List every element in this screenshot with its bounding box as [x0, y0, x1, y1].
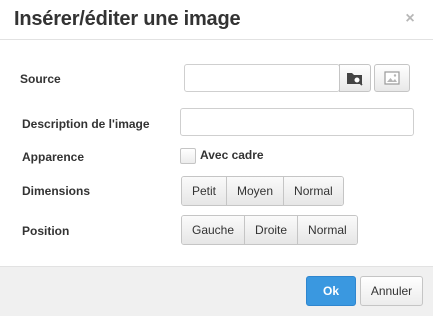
source-input[interactable] — [184, 64, 340, 92]
position-normal-button[interactable]: Normal — [298, 216, 357, 244]
appearance-label: Apparence — [22, 150, 85, 164]
frame-checkbox-label: Avec cadre — [200, 148, 264, 162]
dimension-normal-button[interactable]: Normal — [284, 177, 343, 205]
dialog-title: Insérer/éditer une image — [14, 8, 241, 30]
browse-button[interactable] — [339, 64, 371, 92]
position-right-button[interactable]: Droite — [245, 216, 299, 244]
image-button[interactable] — [374, 64, 410, 92]
position-left-button[interactable]: Gauche — [182, 216, 246, 244]
position-label: Position — [22, 224, 70, 238]
position-button-group: Gauche Droite Normal — [181, 215, 358, 245]
dialog-header: Insérer/éditer une image × — [0, 0, 433, 40]
source-label: Source — [20, 72, 61, 86]
image-dialog: Insérer/éditer une image × Source Descri… — [0, 0, 433, 316]
dimensions-button-group: Petit Moyen Normal — [181, 176, 344, 206]
close-icon[interactable]: × — [403, 11, 417, 27]
description-label: Description de l'image — [22, 117, 150, 131]
cancel-button[interactable]: Annuler — [360, 276, 423, 306]
image-icon — [384, 71, 400, 85]
ok-button[interactable]: Ok — [306, 276, 356, 306]
dimensions-label: Dimensions — [22, 184, 91, 198]
dimension-medium-button[interactable]: Moyen — [227, 177, 285, 205]
dimension-small-button[interactable]: Petit — [182, 177, 228, 205]
folder-search-icon — [347, 73, 363, 86]
frame-checkbox[interactable] — [180, 148, 196, 164]
description-input[interactable] — [180, 108, 414, 136]
